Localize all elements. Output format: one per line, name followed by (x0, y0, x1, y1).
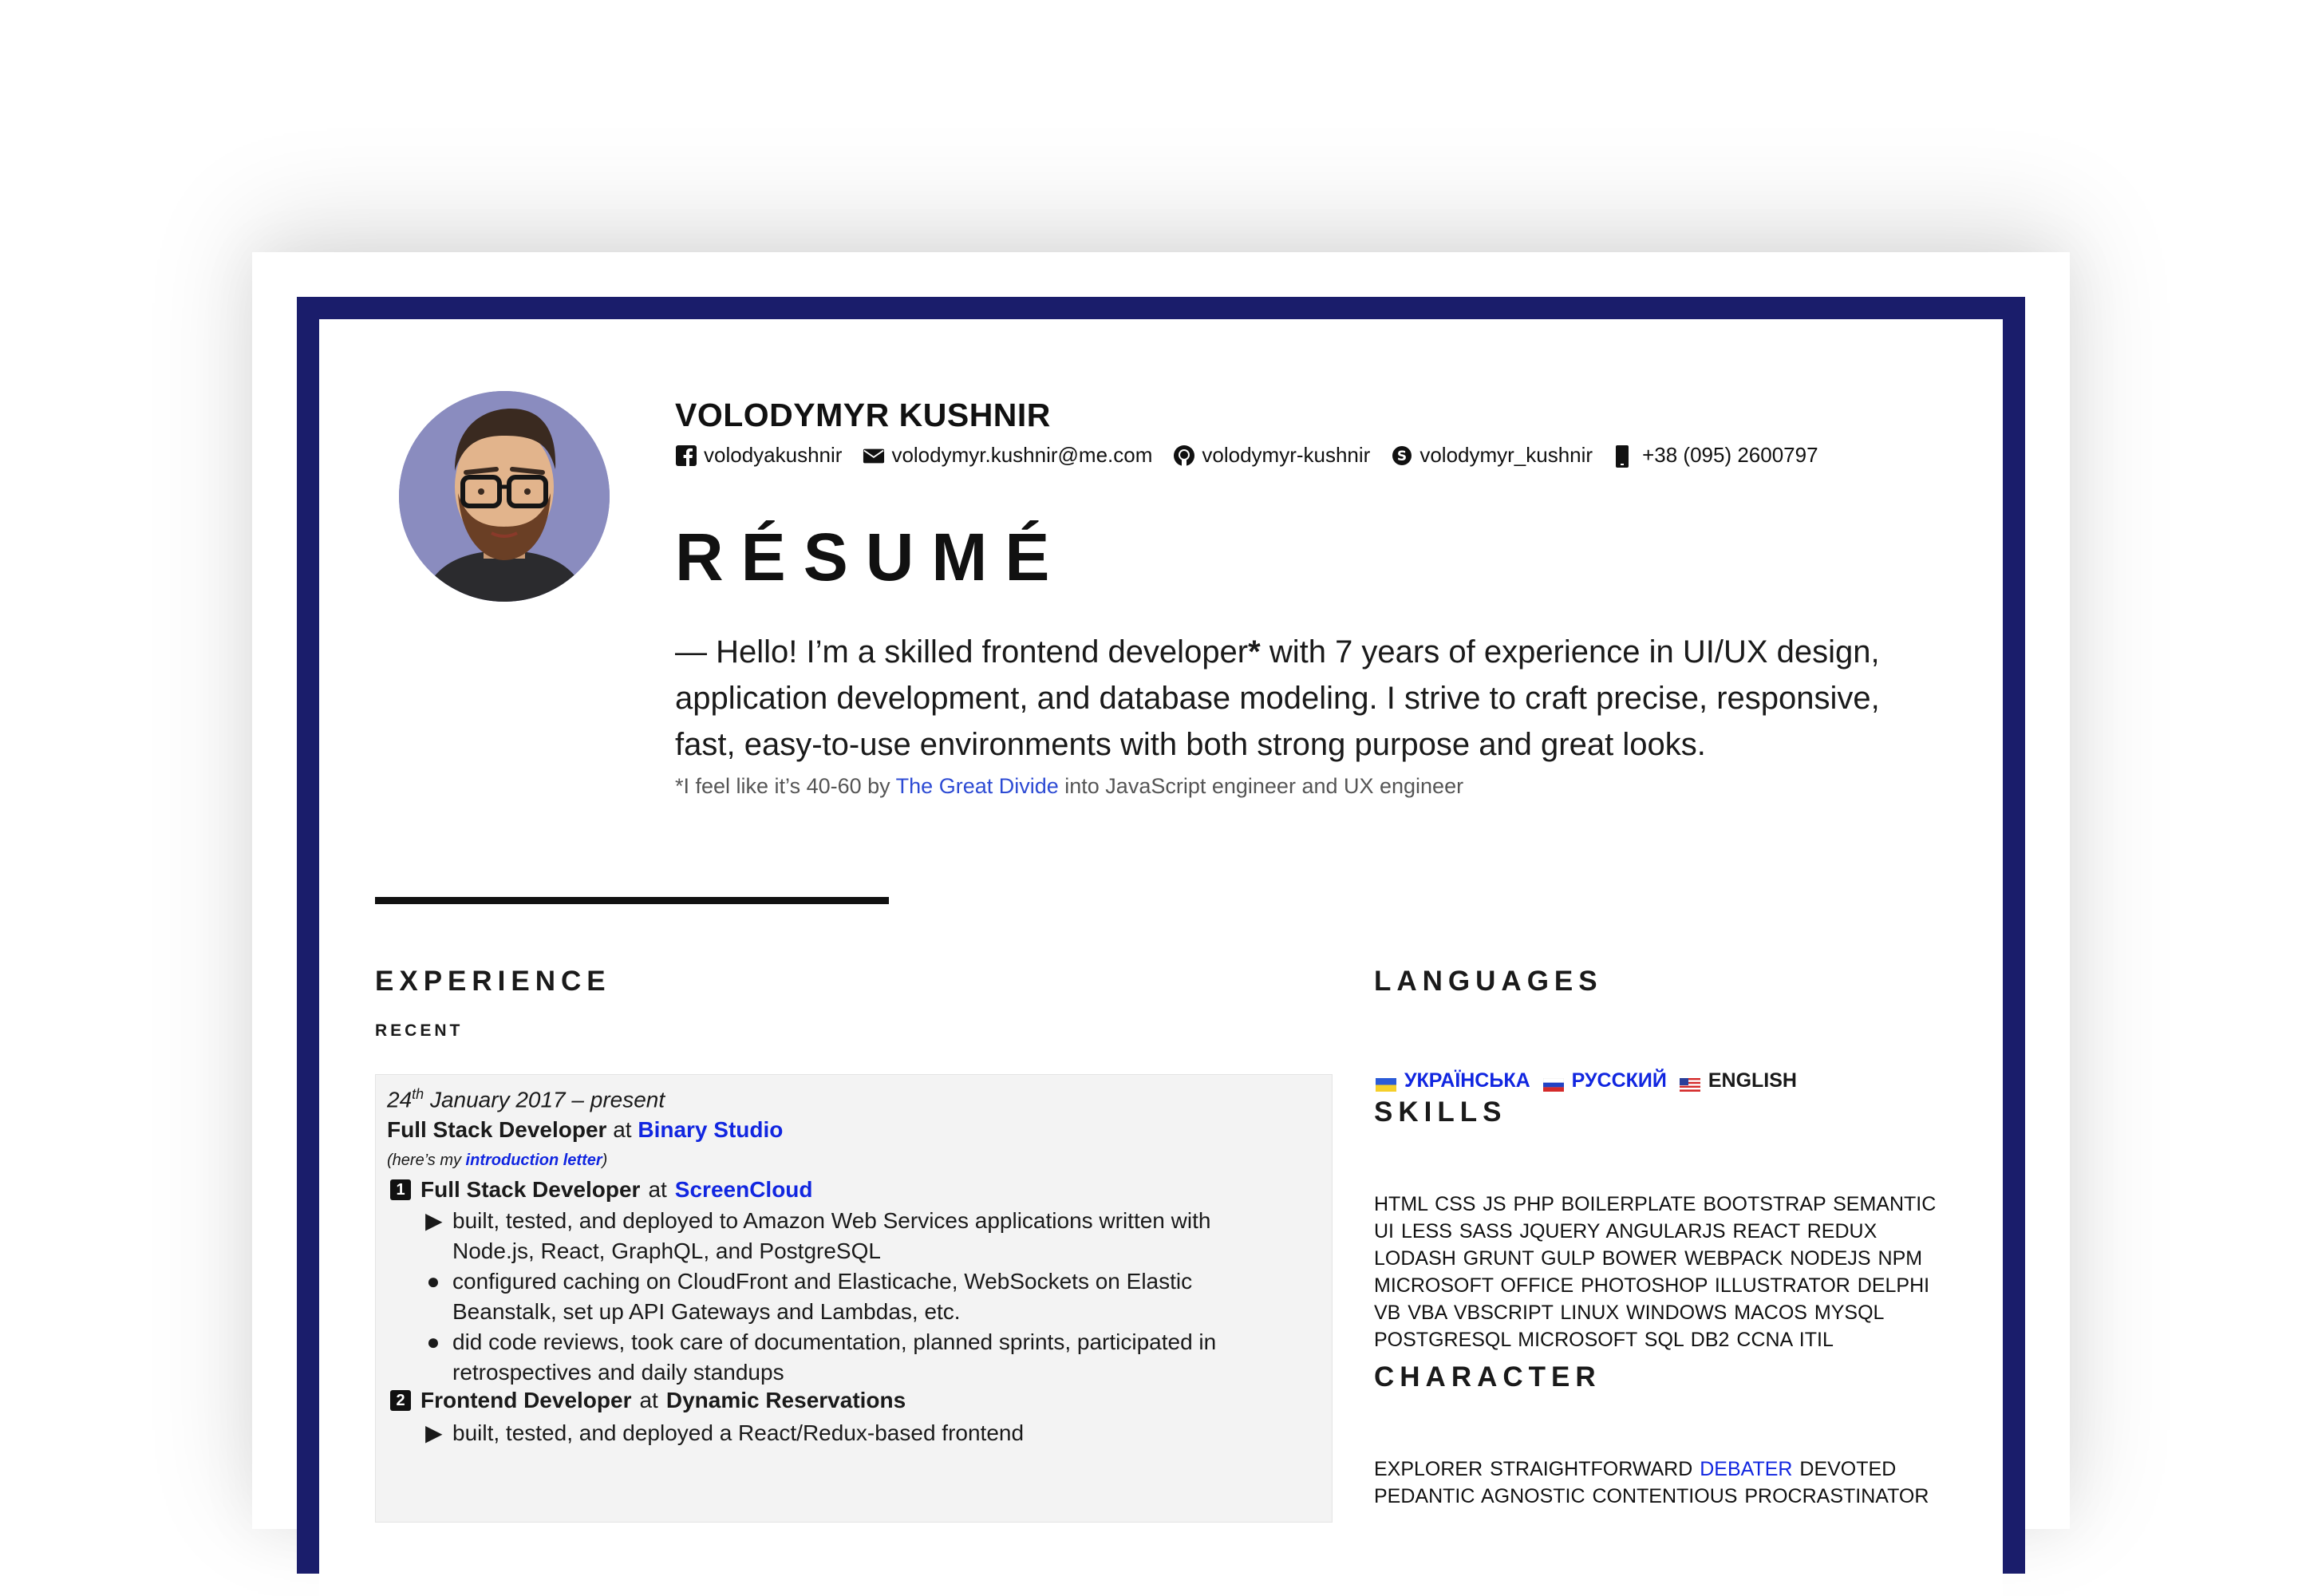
intro-text: — Hello! I’m a skilled frontend develope… (675, 629, 1928, 768)
list-item: ▶ built, tested, and deployed a React/Red… (425, 1418, 1298, 1448)
footnote-suffix: into JavaScript engineer and UX engineer (1058, 774, 1464, 798)
contact-email-text: volodymyr.kushnir@me.com (891, 443, 1153, 467)
dot-bullet-icon: ● (426, 1329, 440, 1354)
skype-icon: S (1391, 444, 1413, 467)
character-list: EXPLORER STRAIGHTFORWARD DEBATER DEVOTED… (1374, 1456, 1949, 1510)
experience-card: 24th January 2017 – present Full Stack D… (375, 1074, 1333, 1523)
note-suffix: ) (602, 1152, 608, 1169)
section-divider (375, 897, 889, 904)
bullet-text: did code reviews, took care of documenta… (452, 1329, 1217, 1385)
job-at: at (648, 1177, 667, 1202)
bullet-text: built, tested, and deployed to Amazon We… (452, 1208, 1211, 1263)
contact-github-text: volodymyr-kushnir (1202, 443, 1371, 467)
character-before: EXPLORER STRAIGHTFORWARD (1374, 1458, 1700, 1480)
job-company: Dynamic Reservations (665, 1388, 906, 1412)
mail-icon (863, 444, 885, 467)
screencloud-link[interactable]: ScreenCloud (675, 1177, 813, 1203)
resume-sheet: VOLODYMYR KUSHNIR volodyakushnir volodym… (252, 252, 2070, 1596)
contacts-bar: volodyakushnir volodymyr.kushnir@me.com … (675, 443, 1839, 468)
great-divide-link[interactable]: The Great Divide (896, 774, 1059, 798)
contact-facebook[interactable]: volodyakushnir (675, 443, 842, 468)
date-day: 24 (387, 1087, 413, 1112)
role-at: at (613, 1117, 632, 1142)
github-icon (1173, 444, 1195, 467)
contact-phone-text: +38 (095) 2600797 (1642, 443, 1818, 467)
experience-role: Full Stack Developer at Binary Studio (387, 1117, 783, 1143)
list-item: ● configured caching on CloudFront and El… (427, 1266, 1298, 1327)
usa-flag-icon (1679, 1074, 1700, 1092)
page-title: RÉSUMÉ (675, 519, 1068, 595)
character-highlight-link[interactable]: DEBATER (1700, 1458, 1792, 1480)
date-rest: January 2017 – present (424, 1087, 665, 1112)
experience-heading: EXPERIENCE (375, 966, 611, 997)
job-2: 2 Frontend Developer at Dynamic Reservat… (390, 1388, 906, 1413)
role-title: Full Stack Developer (387, 1117, 607, 1142)
binary-studio-link[interactable]: Binary Studio (638, 1117, 783, 1142)
skills-list: HTML CSS JS PHP BOILERPLATE BOOTSTRAP SE… (1374, 1193, 1937, 1351)
experience-subheading: RECENT (375, 1021, 464, 1040)
list-item: ▶ built, tested, and deployed to Amazon W… (425, 1206, 1298, 1266)
contact-email[interactable]: volodymyr.kushnir@me.com (863, 443, 1152, 468)
date-suffix: th (412, 1086, 424, 1102)
contact-github[interactable]: volodymyr-kushnir (1173, 443, 1370, 468)
contact-skype-text: volodymyr_kushnir (1419, 443, 1593, 467)
facebook-icon (675, 444, 697, 467)
contact-phone[interactable]: +38 (095) 2600797 (1613, 443, 1818, 468)
triangle-bullet-icon: ▶ (425, 1420, 443, 1445)
svg-text:S: S (1397, 448, 1407, 464)
job-number-badge: 2 (390, 1390, 411, 1411)
list-item: ● did code reviews, took care of document… (427, 1327, 1298, 1388)
phone-icon (1613, 444, 1636, 468)
triangle-bullet-icon: ▶ (425, 1208, 443, 1233)
footnote: *I feel like it’s 40-60 by The Great Div… (675, 774, 1463, 799)
introduction-letter-link[interactable]: introduction letter (466, 1152, 602, 1169)
dot-bullet-icon: ● (426, 1269, 440, 1294)
job-title: Full Stack Developer (421, 1177, 641, 1202)
job-1: 1 Full Stack Developer at ScreenCloud (390, 1177, 813, 1203)
language-russian[interactable]: РУССКИЙ (1572, 1069, 1667, 1092)
contact-facebook-text: volodyakushnir (704, 443, 843, 467)
intro-star: * (1248, 634, 1261, 670)
intro-part1: — Hello! I’m a skilled frontend develope… (675, 634, 1249, 670)
character-heading: CHARACTER (1374, 1361, 1601, 1393)
language-ukrainian[interactable]: УКРАЇНСЬКА (1404, 1069, 1530, 1092)
note-prefix: (here’s my (387, 1152, 466, 1169)
languages-heading: LANGUAGES (1374, 966, 1603, 997)
ukraine-flag-icon (1376, 1074, 1396, 1092)
page-inner: VOLODYMYR KUSHNIR volodyakushnir volodym… (319, 319, 2003, 1596)
bullet-text: built, tested, and deployed a React/Redu… (452, 1420, 1025, 1445)
russia-flag-icon (1542, 1074, 1564, 1092)
job-at: at (639, 1388, 658, 1412)
skills-heading: SKILLS (1374, 1096, 1507, 1128)
experience-date: 24th January 2017 – present (387, 1086, 665, 1112)
footnote-prefix: *I feel like it’s 40-60 by (675, 774, 896, 798)
bullet-text: configured caching on CloudFront and Ela… (452, 1269, 1193, 1324)
experience-note: (here’s my introduction letter) (387, 1152, 607, 1170)
languages-list: УКРАЇНСЬКА РУССКИЙ ENGLISH (1374, 1069, 1808, 1092)
page-frame: VOLODYMYR KUSHNIR volodyakushnir volodym… (297, 297, 2025, 1596)
language-english: ENGLISH (1708, 1069, 1797, 1092)
avatar (399, 391, 610, 602)
job-title: Frontend Developer (421, 1388, 632, 1412)
job-number-badge: 1 (390, 1179, 411, 1200)
contact-skype[interactable]: S volodymyr_kushnir (1391, 443, 1593, 468)
person-name: VOLODYMYR KUSHNIR (675, 397, 1051, 433)
